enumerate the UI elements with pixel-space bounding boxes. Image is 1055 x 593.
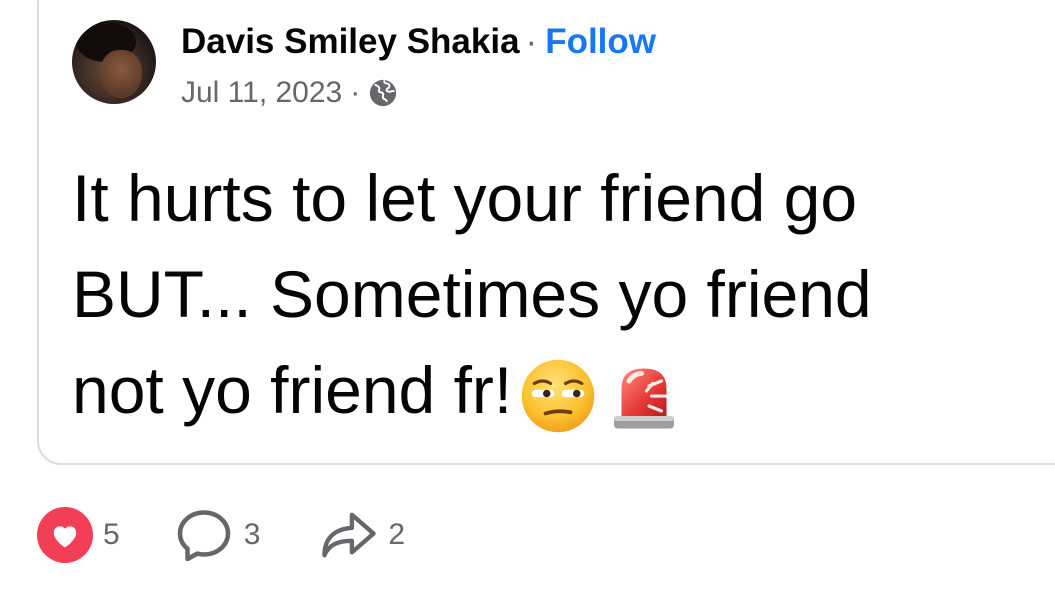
name-separator: · [525, 22, 538, 61]
comment-icon [177, 510, 230, 562]
share-icon [322, 512, 377, 558]
heart-icon [37, 507, 93, 563]
share-button[interactable]: 2 [320, 509, 405, 561]
post-text-line: not yo friend fr! [72, 353, 513, 427]
comment-count: 3 [243, 518, 261, 551]
post-text-line-last: not yo friend fr! [72, 342, 1047, 438]
post-text: It hurts to let your friend go BUT... So… [72, 150, 1047, 438]
post-meta: Jul 11, 2023 · [181, 75, 398, 111]
police-light-emoji [614, 368, 675, 429]
post-text-line: BUT... Sometimes yo friend [72, 257, 872, 331]
author-row: Davis Smiley Shakia · Follow [181, 22, 656, 62]
comment-button[interactable]: 3 [174, 506, 261, 564]
post-text-line: It hurts to let your friend go [72, 161, 858, 235]
globe-icon [370, 79, 397, 107]
avatar-face [100, 50, 142, 98]
unamused-face-emoji [521, 359, 595, 432]
like-count: 5 [103, 518, 120, 551]
share-count: 2 [388, 518, 406, 551]
post-date[interactable]: Jul 11, 2023 [181, 75, 342, 111]
meta-separator: · [350, 76, 361, 109]
like-button[interactable]: 5 [37, 507, 120, 563]
follow-button[interactable]: Follow [545, 22, 656, 61]
avatar[interactable] [72, 20, 156, 104]
post-actions: 5 3 2 [37, 507, 405, 563]
author-name[interactable]: Davis Smiley Shakia [181, 22, 520, 61]
